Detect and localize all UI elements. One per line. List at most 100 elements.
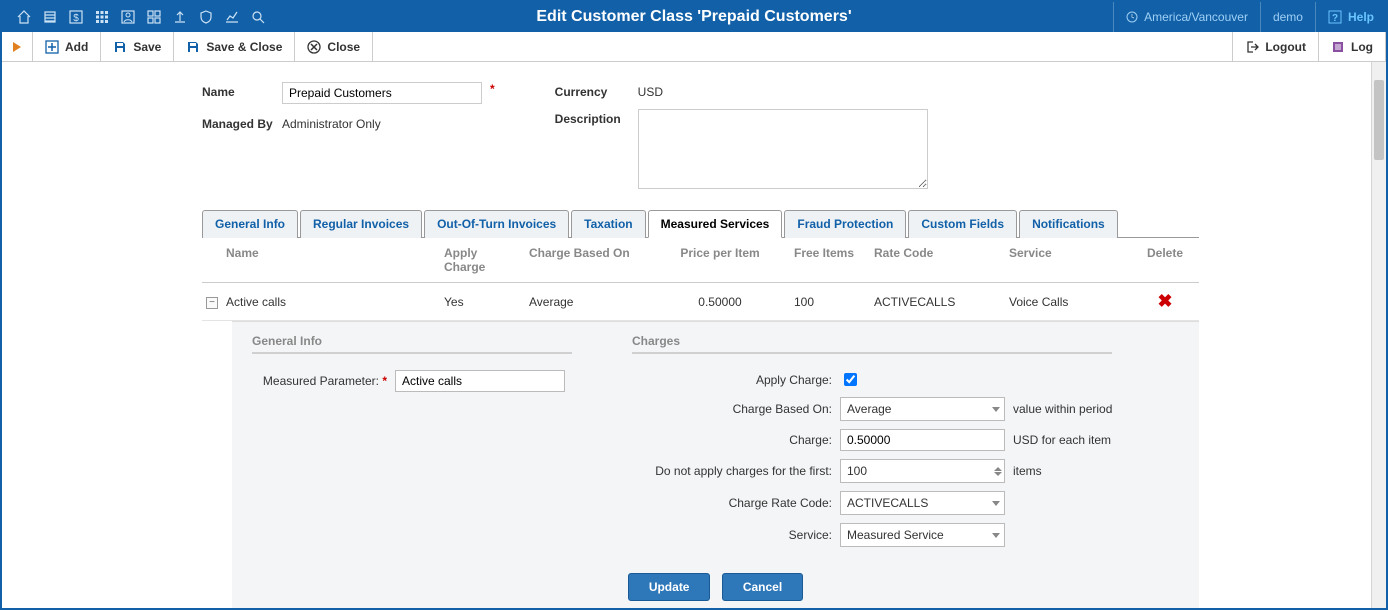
svg-text:?: ? xyxy=(1332,13,1338,24)
tab-tax[interactable]: Taxation xyxy=(571,210,645,238)
name-field[interactable] xyxy=(282,82,482,104)
scrollbar-thumb[interactable] xyxy=(1374,80,1384,160)
titlebar: $ Edit Customer Class 'Prepaid Customers… xyxy=(2,2,1386,32)
tab-measured[interactable]: Measured Services xyxy=(648,210,783,238)
charge-basedon-suffix: value within period xyxy=(1013,402,1112,416)
charge-basedon-select[interactable]: Average xyxy=(840,397,1005,421)
chevron-up-icon xyxy=(994,467,1002,471)
upload-icon[interactable] xyxy=(172,9,188,25)
scrollbar[interactable] xyxy=(1371,62,1386,608)
save-close-icon xyxy=(186,40,200,54)
dollar-icon[interactable]: $ xyxy=(68,9,84,25)
general-info-heading: General Info xyxy=(252,334,572,354)
help-link[interactable]: ? Help xyxy=(1315,2,1386,32)
cell-basedon: Average xyxy=(525,295,650,309)
update-button[interactable]: Update xyxy=(628,573,711,601)
measured-param-field[interactable] xyxy=(395,370,565,392)
free-items-label: Do not apply charges for the first: xyxy=(632,464,832,478)
name-label: Name xyxy=(202,82,274,99)
charge-field[interactable] xyxy=(840,429,1005,451)
add-label: Add xyxy=(65,40,88,54)
tab-regular[interactable]: Regular Invoices xyxy=(300,210,422,238)
svg-text:$: $ xyxy=(73,13,79,24)
log-button[interactable]: Log xyxy=(1319,32,1386,61)
service-label: Service: xyxy=(632,528,832,542)
managedby-value: Administrator Only xyxy=(282,114,381,131)
logout-button[interactable]: Logout xyxy=(1232,32,1319,61)
managedby-label: Managed By xyxy=(202,114,274,131)
charges-heading: Charges xyxy=(632,334,1112,354)
cell-apply: Yes xyxy=(440,295,525,309)
save-label: Save xyxy=(133,40,161,54)
tab-general[interactable]: General Info xyxy=(202,210,298,238)
add-button[interactable]: Add xyxy=(33,32,101,61)
tab-custom[interactable]: Custom Fields xyxy=(908,210,1017,238)
description-label: Description xyxy=(555,109,630,126)
charge-basedon-label: Charge Based On: xyxy=(632,402,832,416)
help-label: Help xyxy=(1348,10,1374,24)
collapse-icon[interactable]: − xyxy=(206,297,218,309)
rate-code-label: Charge Rate Code: xyxy=(632,496,832,510)
detail-panel: General Info Measured Parameter: * Charg… xyxy=(232,321,1199,608)
person-icon[interactable] xyxy=(120,9,136,25)
tab-oot[interactable]: Out-Of-Turn Invoices xyxy=(424,210,569,238)
play-button[interactable] xyxy=(2,32,33,61)
rate-code-select[interactable]: ACTIVECALLS xyxy=(840,491,1005,515)
close-icon xyxy=(307,40,321,54)
apply-charge-checkbox[interactable] xyxy=(844,373,857,386)
chart-icon[interactable] xyxy=(224,9,240,25)
col-delete: Delete xyxy=(1135,246,1195,274)
play-icon xyxy=(12,42,22,52)
tab-fraud[interactable]: Fraud Protection xyxy=(784,210,906,238)
col-basedon: Charge Based On xyxy=(525,246,650,274)
close-button[interactable]: Close xyxy=(295,32,373,61)
chevron-down-icon xyxy=(994,472,1002,476)
col-price: Price per Item xyxy=(650,246,790,274)
user-label: demo xyxy=(1273,10,1303,24)
titlebar-icons: $ xyxy=(2,9,266,25)
save-icon xyxy=(113,40,127,54)
service-value: Measured Service xyxy=(847,528,986,542)
log-label: Log xyxy=(1351,40,1373,54)
help-icon: ? xyxy=(1328,10,1342,24)
cancel-button[interactable]: Cancel xyxy=(722,573,803,601)
logout-label: Logout xyxy=(1265,40,1306,54)
charge-basedon-value: Average xyxy=(847,402,986,416)
cell-ratecode: ACTIVECALLS xyxy=(870,295,1005,309)
close-label: Close xyxy=(327,40,360,54)
list-icon[interactable] xyxy=(42,9,58,25)
charge-suffix: USD for each item xyxy=(1013,433,1111,447)
delete-icon[interactable]: ✖ xyxy=(1157,291,1172,311)
col-ratecode: Rate Code xyxy=(870,246,1005,274)
save-button[interactable]: Save xyxy=(101,32,174,61)
currency-value: USD xyxy=(638,82,663,99)
home-icon[interactable] xyxy=(16,9,32,25)
grid2-icon[interactable] xyxy=(146,9,162,25)
save-close-label: Save & Close xyxy=(206,40,282,54)
service-select[interactable]: Measured Service xyxy=(840,523,1005,547)
free-items-suffix: items xyxy=(1013,464,1042,478)
logout-icon xyxy=(1245,40,1259,54)
timezone-label: America/Vancouver xyxy=(1144,10,1248,24)
free-items-value: 100 xyxy=(847,464,994,478)
rate-code-value: ACTIVECALLS xyxy=(847,496,986,510)
tab-notif[interactable]: Notifications xyxy=(1019,210,1118,238)
free-items-stepper[interactable]: 100 xyxy=(840,459,1005,483)
shield-icon[interactable] xyxy=(198,9,214,25)
col-service: Service xyxy=(1005,246,1135,274)
col-free: Free Items xyxy=(790,246,870,274)
keypad-icon[interactable] xyxy=(94,9,110,25)
table-row: − Active calls Yes Average 0.50000 100 A… xyxy=(202,283,1199,321)
user-indicator[interactable]: demo xyxy=(1260,2,1315,32)
cell-service: Voice Calls xyxy=(1005,295,1135,309)
timezone-indicator[interactable]: America/Vancouver xyxy=(1113,2,1260,32)
cell-price: 0.50000 xyxy=(650,295,790,309)
currency-label: Currency xyxy=(555,82,630,99)
description-field[interactable] xyxy=(638,109,928,189)
clock-icon xyxy=(1126,11,1138,23)
save-close-button[interactable]: Save & Close xyxy=(174,32,295,61)
add-icon xyxy=(45,40,59,54)
chevron-down-icon xyxy=(992,407,1000,412)
magnify-icon[interactable] xyxy=(250,9,266,25)
tabs: General InfoRegular InvoicesOut-Of-Turn … xyxy=(202,209,1199,238)
